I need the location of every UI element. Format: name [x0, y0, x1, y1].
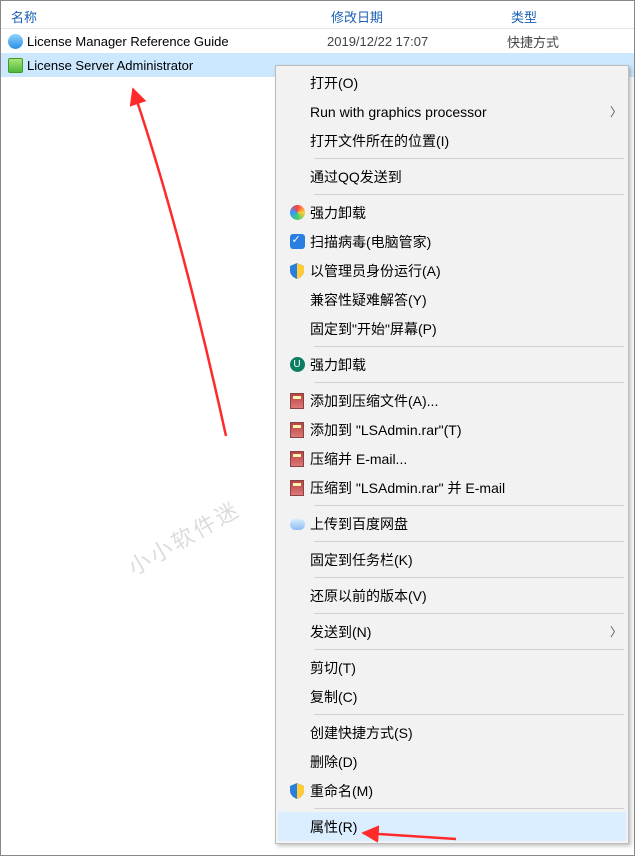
- blank-icon: [284, 751, 310, 773]
- menu-restore-previous[interactable]: 还原以前的版本(V): [278, 581, 626, 610]
- menu-open[interactable]: 打开(O): [278, 68, 626, 97]
- menu-separator: [314, 541, 624, 542]
- blank-icon: [284, 101, 310, 123]
- blank-icon: [284, 549, 310, 571]
- shield-icon: [284, 780, 310, 802]
- menu-separator: [314, 577, 624, 578]
- blank-icon: [284, 621, 310, 643]
- menu-cut[interactable]: 剪切(T): [278, 653, 626, 682]
- menu-separator: [314, 613, 624, 614]
- shield-icon: [284, 260, 310, 282]
- menu-compat-trouble[interactable]: 兼容性疑难解答(Y): [278, 285, 626, 314]
- column-headers: 名称 修改日期 类型: [1, 1, 634, 29]
- menu-separator: [314, 808, 624, 809]
- 360-icon: [284, 202, 310, 224]
- rar-icon: [284, 390, 310, 412]
- rar-icon: [284, 477, 310, 499]
- blank-icon: [284, 585, 310, 607]
- menu-qq-send[interactable]: 通过QQ发送到: [278, 162, 626, 191]
- header-date[interactable]: 修改日期: [321, 7, 501, 28]
- menu-iobit-uninstall[interactable]: U 强力卸载: [278, 350, 626, 379]
- tencent-icon: [284, 231, 310, 253]
- blank-icon: [284, 289, 310, 311]
- context-menu: 打开(O) Run with graphics processor 〉 打开文件…: [275, 65, 629, 844]
- menu-open-location[interactable]: 打开文件所在的位置(I): [278, 126, 626, 155]
- blank-icon: [284, 816, 310, 838]
- cloud-icon: [284, 513, 310, 535]
- menu-delete[interactable]: 删除(D): [278, 747, 626, 776]
- blank-icon: [284, 72, 310, 94]
- menu-separator: [314, 505, 624, 506]
- menu-360-uninstall[interactable]: 强力卸载: [278, 198, 626, 227]
- menu-rename[interactable]: 重命名(M): [278, 776, 626, 805]
- menu-separator: [314, 714, 624, 715]
- blank-icon: [284, 130, 310, 152]
- blank-icon: [284, 657, 310, 679]
- app-file-icon: [7, 57, 23, 73]
- menu-add-archive[interactable]: 添加到压缩文件(A)...: [278, 386, 626, 415]
- blank-icon: [284, 318, 310, 340]
- file-name: License Manager Reference Guide: [27, 34, 229, 49]
- iobit-icon: U: [284, 354, 310, 376]
- menu-baidu-upload[interactable]: 上传到百度网盘: [278, 509, 626, 538]
- rar-icon: [284, 419, 310, 441]
- rar-icon: [284, 448, 310, 470]
- file-name: License Server Administrator: [27, 58, 193, 73]
- menu-send-to[interactable]: 发送到(N) 〉: [278, 617, 626, 646]
- menu-run-admin[interactable]: 以管理员身份运行(A): [278, 256, 626, 285]
- blank-icon: [284, 722, 310, 744]
- menu-scan-virus[interactable]: 扫描病毒(电脑管家): [278, 227, 626, 256]
- menu-zip-ls-email[interactable]: 压缩到 "LSAdmin.rar" 并 E-mail: [278, 473, 626, 502]
- header-type[interactable]: 类型: [501, 7, 634, 28]
- menu-properties[interactable]: 属性(R): [278, 812, 626, 841]
- file-type: 快捷方式: [501, 32, 559, 51]
- menu-pin-taskbar[interactable]: 固定到任务栏(K): [278, 545, 626, 574]
- header-name[interactable]: 名称: [1, 7, 321, 28]
- menu-create-shortcut[interactable]: 创建快捷方式(S): [278, 718, 626, 747]
- menu-separator: [314, 158, 624, 159]
- menu-separator: [314, 649, 624, 650]
- file-date: 2019/12/22 17:07: [321, 34, 501, 49]
- menu-pin-start[interactable]: 固定到"开始"屏幕(P): [278, 314, 626, 343]
- list-item[interactable]: License Manager Reference Guide 2019/12/…: [1, 29, 634, 53]
- chevron-right-icon: 〉: [606, 623, 626, 640]
- menu-separator: [314, 346, 624, 347]
- blank-icon: [284, 166, 310, 188]
- help-file-icon: [7, 33, 23, 49]
- menu-zip-email[interactable]: 压缩并 E-mail...: [278, 444, 626, 473]
- watermark-text: 小小软件迷: [121, 492, 245, 582]
- menu-add-lsadmin[interactable]: 添加到 "LSAdmin.rar"(T): [278, 415, 626, 444]
- menu-separator: [314, 382, 624, 383]
- blank-icon: [284, 686, 310, 708]
- menu-separator: [314, 194, 624, 195]
- menu-run-graphics[interactable]: Run with graphics processor 〉: [278, 97, 626, 126]
- chevron-right-icon: 〉: [606, 103, 626, 120]
- menu-copy[interactable]: 复制(C): [278, 682, 626, 711]
